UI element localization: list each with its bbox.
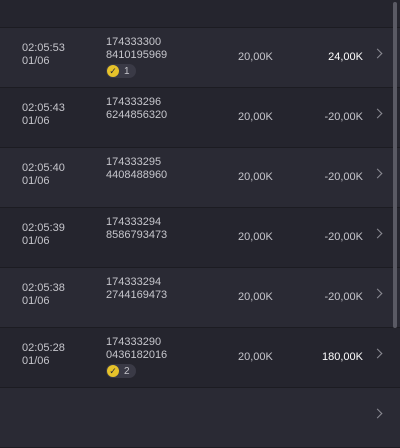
bet-time-clock: 02:05:43: [22, 102, 65, 114]
bet-time-date: 01/06: [22, 115, 50, 127]
bet-id: 174333295 4408488960: [106, 156, 167, 182]
bet-time-clock: 02:05:38: [22, 282, 65, 294]
bet-time-date: 01/06: [22, 295, 50, 307]
bet-payout: -20,00K: [324, 291, 363, 303]
multiplier-badge: ✓ 1: [106, 64, 136, 78]
bet-id-line-2: 4408488960: [106, 169, 168, 181]
bet-id: 174333294 2744169473: [106, 276, 167, 302]
bet-stake: 20,00K: [238, 231, 273, 243]
chevron-right-icon[interactable]: [372, 348, 383, 359]
bet-time-clock: 02:05:39: [22, 222, 65, 234]
bet-time: 02:05:28 01/06: [22, 342, 65, 368]
bet-history-row[interactable]: 02:05:28 01/06 174333290 0436182016 ✓ 2 …: [0, 328, 400, 388]
bet-stake: 20,00K: [238, 51, 273, 63]
bet-time-clock: 02:05:53: [22, 42, 65, 54]
bet-history-row[interactable]: [0, 388, 400, 448]
bet-time: 02:05:43 01/06: [22, 102, 65, 128]
bet-id-line-1: 174333300: [106, 36, 162, 48]
bet-payout: 180,00K: [322, 351, 363, 363]
chevron-right-icon[interactable]: [372, 108, 383, 119]
coin-icon: ✓: [107, 65, 119, 77]
bet-time-date: 01/06: [22, 175, 50, 187]
bet-time-date: 01/06: [22, 235, 50, 247]
bet-payout: -20,00K: [324, 111, 363, 123]
bet-id: 174333290 0436182016 ✓ 2: [106, 336, 167, 378]
bet-history-row[interactable]: 02:05:38 01/06 174333294 2744169473 20,0…: [0, 268, 400, 328]
bet-time: 02:05:53 01/06: [22, 42, 65, 68]
bet-time-clock: 02:05:28: [22, 342, 65, 354]
bet-id-line-2: 8586793473: [106, 229, 168, 241]
bet-time: 02:05:38 01/06: [22, 282, 65, 308]
bet-id: 174333296 6244856320: [106, 96, 167, 122]
bet-id-line-1: 174333295: [106, 156, 162, 168]
chevron-right-icon[interactable]: [372, 288, 383, 299]
bet-payout: -20,00K: [324, 231, 363, 243]
bet-time-clock: 02:05:40: [22, 162, 65, 174]
badge-count: 2: [124, 365, 130, 377]
bet-id-line-1: 174333294: [106, 216, 162, 228]
bet-stake: 20,00K: [238, 171, 273, 183]
bet-id: 174333300 8410195969 ✓ 1: [106, 36, 167, 78]
bet-time-date: 01/06: [22, 55, 50, 67]
bet-history-row[interactable]: 02:05:39 01/06 174333294 8586793473 20,0…: [0, 208, 400, 268]
bet-id-line-1: 174333294: [106, 276, 162, 288]
bet-id-line-1: 174333290: [106, 336, 162, 348]
bet-history-row[interactable]: 02:05:53 01/06 174333300 8410195969 ✓ 1 …: [0, 28, 400, 88]
scrollbar[interactable]: [393, 2, 397, 328]
badge-count: 1: [124, 65, 130, 77]
chevron-right-icon[interactable]: [372, 48, 383, 59]
bet-stake: 20,00K: [238, 351, 273, 363]
bet-time: 02:05:40 01/06: [22, 162, 65, 188]
chevron-right-icon[interactable]: [372, 228, 383, 239]
bet-id-line-2: 2744169473: [106, 289, 168, 301]
bet-history-row[interactable]: 02:05:40 01/06 174333295 4408488960 20,0…: [0, 148, 400, 208]
multiplier-badge: ✓ 2: [106, 364, 136, 378]
chevron-right-icon[interactable]: [372, 408, 383, 419]
bet-id-line-2: 6244856320: [106, 109, 168, 121]
bet-id-line-2: 0436182016: [106, 349, 168, 361]
bet-history-row[interactable]: 01/06 1923460097: [0, 0, 400, 28]
bet-id-line-1: 174333296: [106, 96, 162, 108]
bet-stake: 20,00K: [238, 291, 273, 303]
bet-time: 02:05:39 01/06: [22, 222, 65, 248]
bet-payout: 24,00K: [328, 51, 363, 63]
chevron-right-icon[interactable]: [372, 168, 383, 179]
bet-history-list: 01/06 1923460097 02:05:53 01/06 17433330…: [0, 0, 400, 448]
bet-time-date: 01/06: [22, 355, 50, 367]
bet-history-row[interactable]: 02:05:43 01/06 174333296 6244856320 20,0…: [0, 88, 400, 148]
bet-payout: -20,00K: [324, 171, 363, 183]
coin-icon: ✓: [107, 365, 119, 377]
bet-id: 174333294 8586793473: [106, 216, 167, 242]
bet-stake: 20,00K: [238, 111, 273, 123]
bet-id-line-2: 8410195969: [106, 49, 168, 61]
